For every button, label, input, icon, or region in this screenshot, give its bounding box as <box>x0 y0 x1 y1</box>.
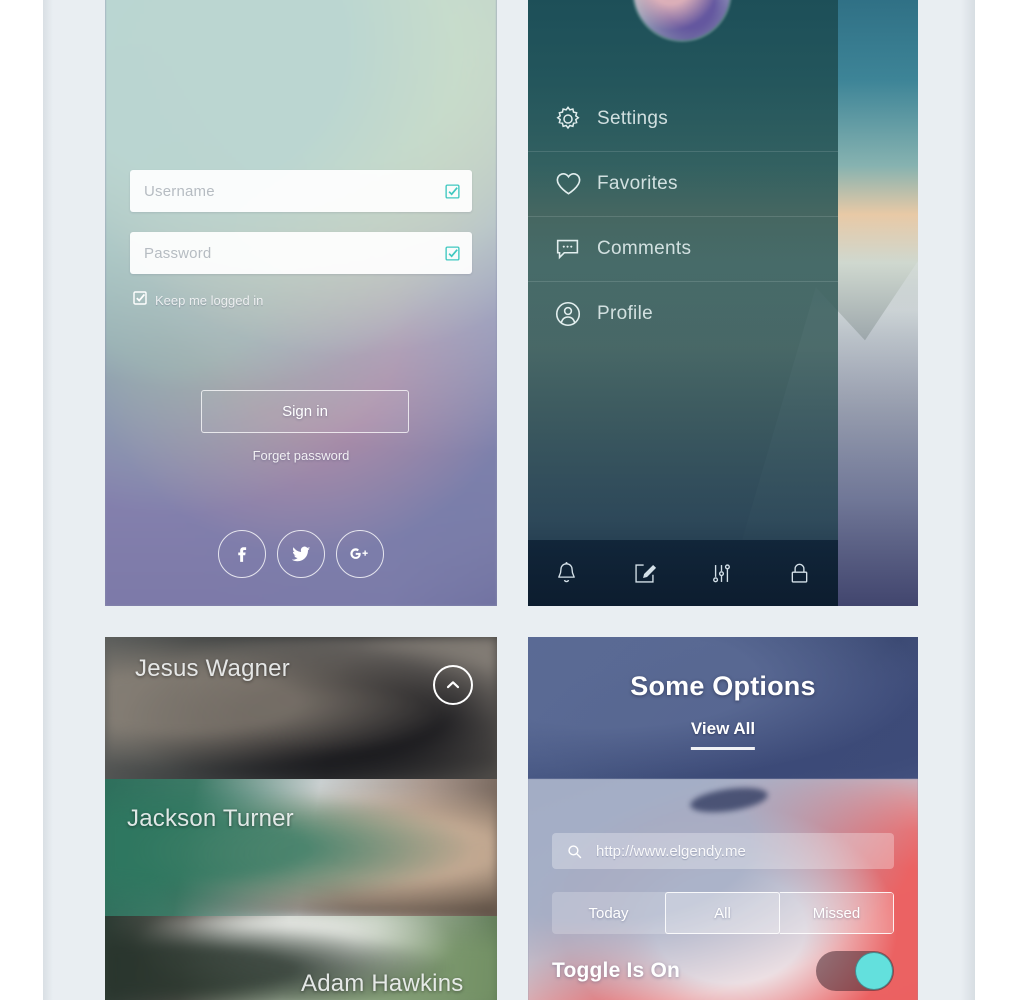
bell-icon <box>553 560 580 587</box>
twitter-login-button[interactable] <box>277 530 325 578</box>
menu-item-label: Comments <box>597 237 692 259</box>
social-login-buttons <box>105 530 497 578</box>
sliders-icon <box>708 560 735 587</box>
segmented-control: Today All Missed <box>552 892 894 934</box>
search-icon <box>552 843 596 860</box>
heart-icon <box>553 168 597 199</box>
password-placeholder: Password <box>144 244 212 262</box>
menu-item-comments[interactable]: Comments <box>528 216 838 281</box>
options-panel: Some Options View All http://www.elgendy… <box>528 637 918 1000</box>
facebook-icon <box>231 543 253 565</box>
search-value: http://www.elgendy.me <box>596 842 746 860</box>
menu-item-favorites[interactable]: Favorites <box>528 151 838 216</box>
username-placeholder: Username <box>144 182 215 200</box>
list-item[interactable]: Jesus Wagner <box>105 637 497 779</box>
segment-today[interactable]: Today <box>552 892 665 934</box>
compose-pencil-icon <box>631 560 658 587</box>
contact-name: Jesus Wagner <box>135 655 290 682</box>
check-square-icon[interactable] <box>432 245 472 262</box>
twitter-icon <box>290 543 312 565</box>
menu-bottom-toolbar <box>528 540 838 606</box>
menu-items-list: Settings Favorites Comments Profile <box>528 86 838 346</box>
lock-icon <box>786 560 813 587</box>
contact-list-panel: Jesus Wagner Jackson Turner Adam Hawkins <box>105 637 497 1000</box>
compose-button[interactable] <box>616 550 672 596</box>
adjustments-button[interactable] <box>694 550 750 596</box>
check-square-icon[interactable] <box>432 183 472 200</box>
gear-icon <box>553 104 597 134</box>
search-input[interactable]: http://www.elgendy.me <box>552 833 894 869</box>
screenshot-stage: Username Password Keep me logged in Sign… <box>0 0 1024 1000</box>
segment-all[interactable]: All <box>665 892 780 934</box>
keep-me-logged-in-checkbox[interactable]: Keep me logged in <box>132 290 263 311</box>
menu-item-profile[interactable]: Profile <box>528 281 838 346</box>
username-input[interactable]: Username <box>130 170 472 212</box>
menu-item-label: Favorites <box>597 172 678 194</box>
menu-item-settings[interactable]: Settings <box>528 86 838 151</box>
lock-button[interactable] <box>771 550 827 596</box>
side-menu-panel: Settings Favorites Comments Profile <box>528 0 918 606</box>
sign-in-button[interactable]: Sign in <box>201 390 409 433</box>
view-all-link[interactable]: View All <box>690 719 756 750</box>
login-panel: Username Password Keep me logged in Sign… <box>105 0 497 606</box>
toggle-knob <box>855 952 893 990</box>
contact-name: Jackson Turner <box>127 804 294 832</box>
facebook-login-button[interactable] <box>218 530 266 578</box>
google-plus-icon <box>348 544 372 564</box>
segment-missed[interactable]: Missed <box>780 892 894 934</box>
row-background-photo <box>105 779 497 916</box>
collapse-button[interactable] <box>433 665 473 705</box>
comment-bubble-icon <box>553 234 597 264</box>
google-plus-login-button[interactable] <box>336 530 384 578</box>
toggle-row: Toggle Is On <box>552 949 894 993</box>
toggle-switch[interactable] <box>816 951 894 991</box>
menu-item-label: Settings <box>597 107 669 129</box>
keep-me-logged-in-label: Keep me logged in <box>155 293 264 308</box>
options-header-background <box>528 637 918 779</box>
check-square-icon <box>132 290 148 311</box>
list-item[interactable]: Adam Hawkins <box>105 916 497 1000</box>
forget-password-link[interactable]: Forget password <box>105 448 497 463</box>
contact-name: Adam Hawkins <box>301 969 464 997</box>
list-item[interactable]: Jackson Turner <box>105 779 497 916</box>
user-circle-icon <box>553 299 597 329</box>
toggle-label: Toggle Is On <box>552 959 681 982</box>
menu-item-label: Profile <box>597 302 653 324</box>
chevron-up-circle-icon <box>443 675 463 695</box>
password-input[interactable]: Password <box>130 232 472 274</box>
notifications-button[interactable] <box>539 550 595 596</box>
page-title: Some Options <box>630 671 816 701</box>
